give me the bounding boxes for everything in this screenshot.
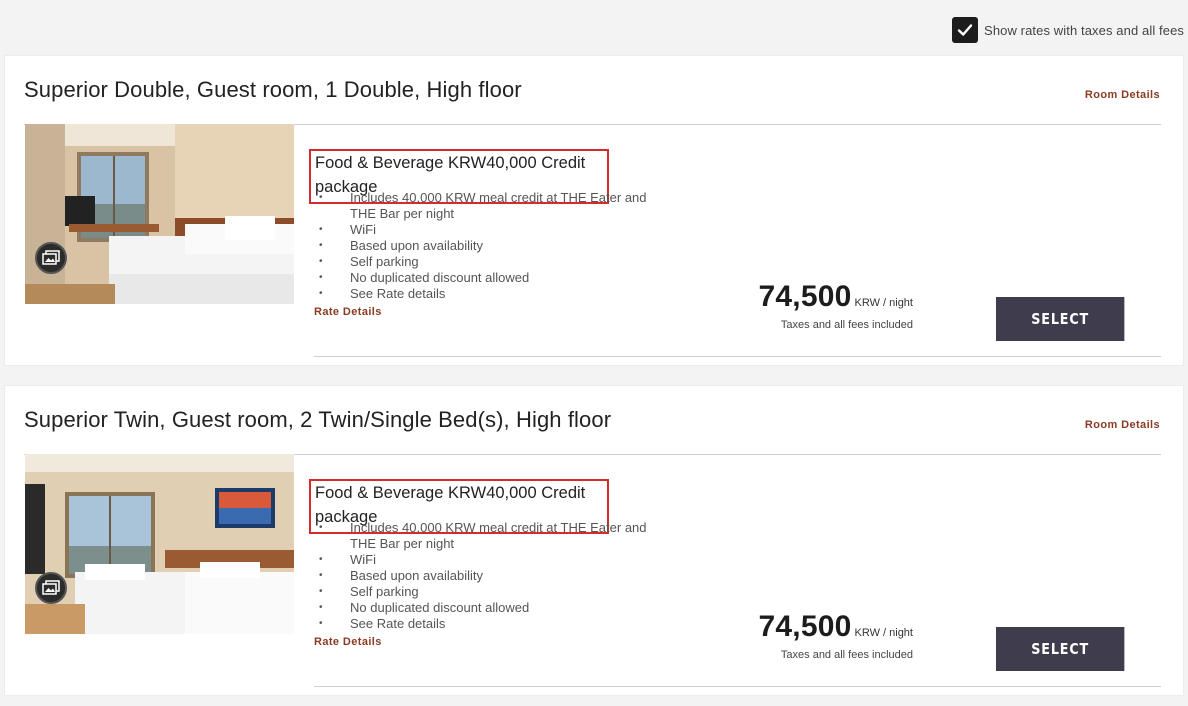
room-details-link[interactable]: Room Details [1085, 89, 1160, 101]
room-photo-image [25, 454, 294, 634]
room-photo[interactable] [25, 454, 294, 634]
gallery-button[interactable] [35, 242, 67, 274]
rate-block: Food & Beverage KRW40,000 Credit package… [309, 149, 674, 318]
rate-features-list: Includes 40,000 KRW meal credit at THE E… [314, 190, 674, 302]
list-item: See Rate details [314, 286, 674, 302]
price-block: 74,500 KRW / night Taxes and all fees in… [759, 280, 913, 331]
room-title: Superior Double, Guest room, 1 Double, H… [24, 77, 522, 102]
gallery-button[interactable] [35, 572, 67, 604]
room-details-link[interactable]: Room Details [1085, 419, 1160, 431]
list-item: Self parking [314, 254, 674, 270]
divider [314, 686, 1161, 687]
price-block: 74,500 KRW / night Taxes and all fees in… [759, 610, 913, 661]
list-item: Self parking [314, 584, 674, 600]
tax-toggle[interactable]: Show rates with taxes and all fees [952, 17, 1184, 43]
divider [314, 356, 1161, 357]
list-item: WiFi [314, 222, 674, 238]
price-note: Taxes and all fees included [780, 649, 913, 661]
price-note: Taxes and all fees included [780, 319, 913, 331]
list-item: Based upon availability [314, 568, 674, 584]
select-button[interactable]: SELECT [996, 627, 1125, 671]
checkbox-checked[interactable] [952, 17, 979, 43]
price-amount: 74,500 [758, 280, 852, 313]
room-photo-image [25, 124, 294, 304]
tax-toggle-label: Show rates with taxes and all fees [984, 22, 1184, 38]
price-unit: KRW / night [854, 627, 914, 639]
room-card: Superior Twin, Guest room, 2 Twin/Single… [4, 385, 1184, 696]
rate-features-list: Includes 40,000 KRW meal credit at THE E… [314, 520, 674, 632]
list-item: No duplicated discount allowed [314, 270, 674, 286]
price-unit: KRW / night [854, 297, 914, 309]
list-item: Includes 40,000 KRW meal credit at THE E… [314, 190, 674, 222]
room-card: Superior Double, Guest room, 1 Double, H… [4, 55, 1184, 366]
select-button[interactable]: SELECT [996, 297, 1125, 341]
room-title: Superior Twin, Guest room, 2 Twin/Single… [24, 407, 612, 432]
list-item: See Rate details [314, 616, 674, 632]
rate-details-link[interactable]: Rate Details [314, 636, 674, 648]
gallery-icon [42, 580, 60, 595]
rate-details-link[interactable]: Rate Details [314, 306, 674, 318]
price-amount: 74,500 [758, 610, 852, 643]
list-item: Includes 40,000 KRW meal credit at THE E… [314, 520, 674, 552]
list-item: Based upon availability [314, 238, 674, 254]
rate-block: Food & Beverage KRW40,000 Credit package… [309, 479, 674, 648]
room-photo[interactable] [25, 124, 294, 304]
gallery-icon [42, 250, 60, 265]
list-item: No duplicated discount allowed [314, 600, 674, 616]
list-item: WiFi [314, 552, 674, 568]
checkmark-icon [957, 24, 973, 36]
